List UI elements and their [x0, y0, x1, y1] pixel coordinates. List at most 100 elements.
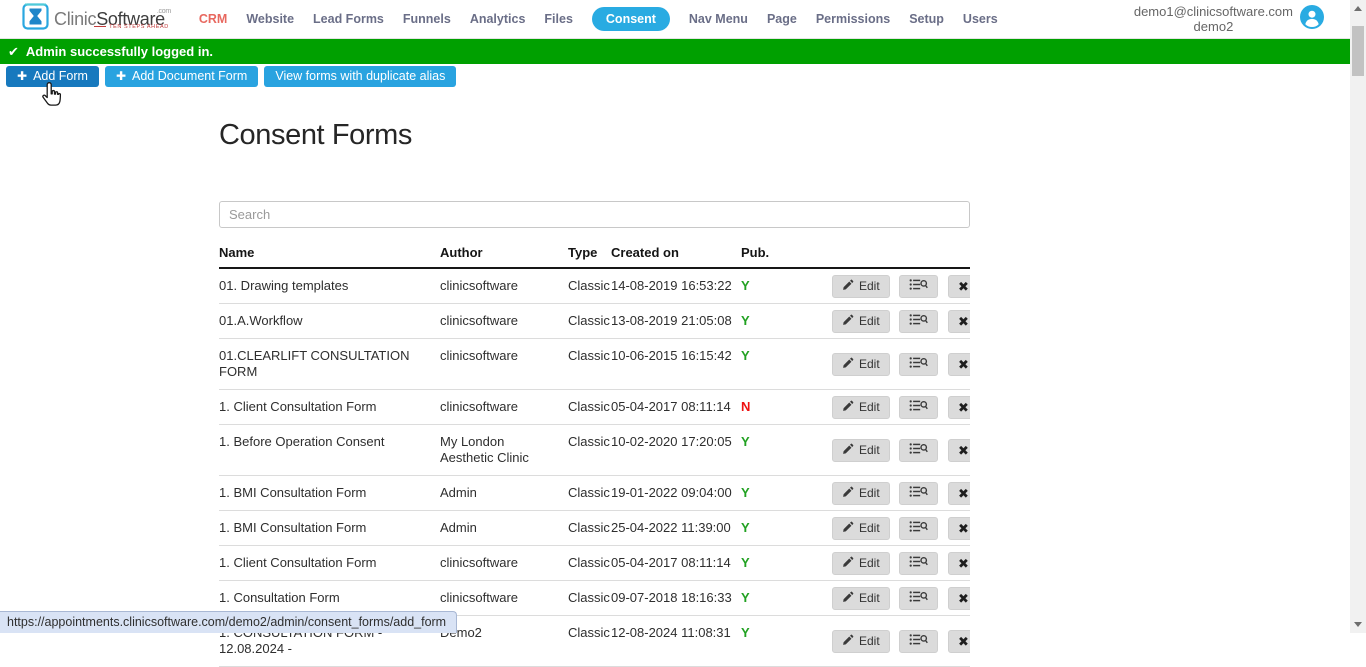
pub-flag: Y	[741, 313, 750, 328]
form-author-cell: Admin	[440, 511, 568, 546]
table-row: 01. Drawing templates clinicsoftware Cla…	[219, 268, 970, 304]
delete-button[interactable]: ✖	[948, 439, 970, 462]
add-form-button[interactable]: ✚ Add Form	[6, 66, 99, 87]
form-author-cell: Admin	[440, 476, 568, 511]
edit-button[interactable]: Edit	[832, 396, 890, 419]
delete-button[interactable]: ✖	[948, 517, 970, 540]
nav-item-nav-menu[interactable]: Nav Menu	[689, 8, 748, 30]
view-duplicate-alias-button[interactable]: View forms with duplicate alias	[264, 66, 456, 87]
list-search-icon	[909, 278, 928, 294]
form-name-cell: 01. Drawing templates	[219, 268, 440, 304]
nav-item-consent[interactable]: Consent	[592, 7, 670, 31]
list-search-icon	[909, 485, 928, 501]
table-row: 01.A.Workflow clinicsoftware Classic 13-…	[219, 304, 970, 339]
close-icon: ✖	[958, 444, 969, 457]
edit-button-label: Edit	[859, 314, 880, 328]
edit-button[interactable]: Edit	[832, 517, 890, 540]
pencil-icon	[842, 634, 854, 649]
delete-button[interactable]: ✖	[948, 353, 970, 376]
pub-flag: Y	[741, 485, 750, 500]
view-entries-button[interactable]	[899, 275, 938, 298]
delete-button[interactable]: ✖	[948, 275, 970, 298]
view-entries-button[interactable]	[899, 517, 938, 540]
nav-item-analytics[interactable]: Analytics	[470, 8, 526, 30]
add-form-button-label: Add Form	[33, 70, 88, 83]
nav-item-page[interactable]: Page	[767, 8, 797, 30]
nav-item-crm[interactable]: CRM	[199, 8, 227, 30]
form-type-cell: Classic	[568, 616, 611, 667]
form-pub-cell: Y	[741, 581, 826, 616]
delete-button[interactable]: ✖	[948, 482, 970, 505]
form-author-cell: clinicsoftware	[440, 268, 568, 304]
view-entries-button[interactable]	[899, 396, 938, 419]
list-search-icon	[909, 520, 928, 536]
edit-button-label: Edit	[859, 357, 880, 371]
list-search-icon	[909, 442, 928, 458]
nav-item-lead-forms[interactable]: Lead Forms	[313, 8, 384, 30]
table-row: 1. Before Operation Consent My London Ae…	[219, 425, 970, 476]
close-icon: ✖	[958, 401, 969, 414]
edit-button[interactable]: Edit	[832, 353, 890, 376]
column-header-actions	[826, 235, 970, 268]
form-type-cell: Classic	[568, 268, 611, 304]
form-pub-cell: Y	[741, 268, 826, 304]
view-entries-button[interactable]	[899, 439, 938, 462]
pencil-icon	[842, 521, 854, 536]
delete-button[interactable]: ✖	[948, 310, 970, 333]
delete-button[interactable]: ✖	[948, 396, 970, 419]
form-actions-cell: Edit ✖	[826, 581, 970, 616]
content-area: ClinicSoftware .com TEN STEPS AHEAD CRM W…	[0, 0, 1350, 667]
edit-button[interactable]: Edit	[832, 310, 890, 333]
nav-item-website[interactable]: Website	[246, 8, 294, 30]
form-author-cell: My London Aesthetic Clinic	[440, 425, 568, 476]
page-title: Consent Forms	[219, 118, 970, 152]
edit-button[interactable]: Edit	[832, 275, 890, 298]
view-entries-button[interactable]	[899, 552, 938, 575]
brand-logo[interactable]: ClinicSoftware .com TEN STEPS AHEAD	[22, 1, 169, 37]
nav-item-funnels[interactable]: Funnels	[403, 8, 451, 30]
delete-button[interactable]: ✖	[948, 587, 970, 610]
form-name-cell: 01.CLEARLIFT CONSULTATION FORM	[219, 339, 440, 390]
add-document-form-button[interactable]: ✚ Add Document Form	[105, 66, 258, 87]
form-actions-cell: Edit ✖	[826, 268, 970, 304]
scroll-up-icon[interactable]	[1354, 6, 1362, 11]
pencil-icon	[842, 443, 854, 458]
view-entries-button[interactable]	[899, 310, 938, 333]
form-actions-cell: Edit ✖	[826, 511, 970, 546]
user-avatar-icon[interactable]	[1300, 5, 1324, 34]
edit-button-label: Edit	[859, 634, 880, 648]
pencil-icon	[842, 591, 854, 606]
nav-item-setup[interactable]: Setup	[909, 8, 944, 30]
consent-forms-table: Name Author Type Created on Pub. 01. Dra…	[219, 235, 970, 667]
vertical-scrollbar[interactable]	[1350, 0, 1366, 633]
status-url-tooltip: https://appointments.clinicsoftware.com/…	[0, 611, 457, 633]
form-created-cell: 05-04-2017 08:11:14	[611, 390, 741, 425]
scroll-down-icon[interactable]	[1354, 622, 1362, 627]
view-entries-button[interactable]	[899, 353, 938, 376]
nav-item-users[interactable]: Users	[963, 8, 998, 30]
form-actions-cell: Edit ✖	[826, 616, 970, 667]
user-name: demo2	[1134, 19, 1293, 34]
edit-button[interactable]: Edit	[832, 587, 890, 610]
list-search-icon	[909, 633, 928, 649]
form-name-cell: 1. Client Consultation Form	[219, 390, 440, 425]
scrollbar-thumb[interactable]	[1352, 26, 1364, 76]
view-entries-button[interactable]	[899, 482, 938, 505]
form-type-cell: Classic	[568, 425, 611, 476]
pencil-icon	[842, 314, 854, 329]
main-content: Consent Forms Name Author Type Created o…	[219, 118, 970, 667]
view-entries-button[interactable]	[899, 587, 938, 610]
form-type-cell: Classic	[568, 339, 611, 390]
delete-button[interactable]: ✖	[948, 552, 970, 575]
form-created-cell: 10-02-2020 17:20:05	[611, 425, 741, 476]
nav-item-permissions[interactable]: Permissions	[816, 8, 890, 30]
search-input[interactable]	[219, 201, 970, 228]
edit-button[interactable]: Edit	[832, 482, 890, 505]
nav-item-files[interactable]: Files	[544, 8, 573, 30]
edit-button[interactable]: Edit	[832, 439, 890, 462]
user-block[interactable]: demo1@clinicsoftware.com demo2	[1134, 4, 1324, 34]
table-row: 1. BMI Consultation Form Admin Classic 2…	[219, 511, 970, 546]
edit-button[interactable]: Edit	[832, 552, 890, 575]
close-icon: ✖	[958, 635, 969, 648]
pencil-icon	[842, 556, 854, 571]
